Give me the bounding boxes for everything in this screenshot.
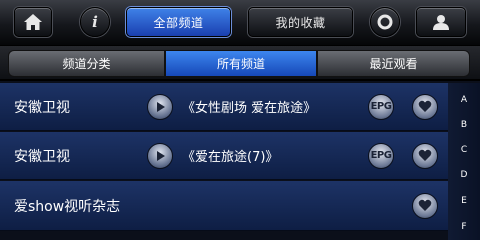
play-button[interactable] (147, 142, 173, 169)
tab-recently-watched[interactable]: 最近观看 (317, 50, 470, 77)
alpha-letter[interactable]: E (448, 196, 480, 206)
tab-strip: 频道分类 所有频道 最近观看 (0, 46, 480, 81)
channel-name: 安徽卫视 (14, 99, 70, 116)
channel-list: 安徽卫视 《女性剧场 爱在旅途》 EPG 安徽卫视 《爱在旅途(7)》 EPG … (0, 83, 480, 240)
channel-name: 安徽卫视 (14, 148, 70, 165)
channel-row[interactable]: 爱show视听杂志 (0, 181, 448, 231)
user-icon (433, 15, 449, 30)
play-button[interactable] (147, 93, 173, 120)
play-icon (157, 150, 165, 161)
heart-icon (418, 100, 432, 112)
epg-label: EPG (370, 101, 392, 112)
alpha-letter[interactable]: F (448, 222, 480, 232)
epg-label: EPG (370, 150, 392, 161)
alpha-letter[interactable]: A (448, 95, 480, 105)
alpha-letter[interactable]: D (448, 170, 480, 180)
epg-button[interactable]: EPG (368, 142, 394, 169)
play-icon (157, 101, 165, 112)
favorite-button[interactable] (412, 192, 438, 219)
current-program: 《女性剧场 爱在旅途》 (182, 101, 317, 116)
home-icon (24, 14, 42, 30)
current-program: 《爱在旅途(7)》 (182, 150, 279, 165)
tab-label: 所有频道 (216, 57, 265, 71)
alpha-letter[interactable]: C (448, 145, 480, 155)
channel-row[interactable]: 安徽卫视 《女性剧场 爱在旅途》 EPG (0, 83, 448, 131)
tab-label: 最近观看 (369, 57, 418, 71)
home-button[interactable] (14, 7, 52, 37)
tab-all-channels[interactable]: 所有频道 (165, 50, 317, 77)
tab-label: 频道分类 (62, 57, 111, 71)
alpha-letter[interactable]: B (448, 120, 480, 130)
info-button[interactable]: i (80, 7, 110, 37)
all-channels-label: 全部频道 (153, 15, 204, 30)
tab-channel-category[interactable]: 频道分类 (8, 50, 165, 77)
alphabet-index[interactable]: A B C D E F (448, 83, 480, 240)
info-icon: i (92, 13, 98, 31)
heart-icon (418, 149, 432, 161)
channel-name: 爱show视听杂志 (14, 198, 121, 215)
search-button[interactable] (370, 7, 400, 37)
channel-row[interactable]: 安徽卫视 《爱在旅途(7)》 EPG (0, 132, 448, 180)
heart-icon (418, 199, 432, 211)
search-icon (377, 14, 393, 30)
top-toolbar: i 全部频道 我的收藏 (0, 0, 480, 46)
favorite-button[interactable] (412, 93, 438, 120)
user-button[interactable] (416, 7, 466, 37)
favorite-button[interactable] (412, 142, 438, 169)
my-favorites-label: 我的收藏 (275, 15, 326, 30)
my-favorites-button[interactable]: 我的收藏 (248, 7, 353, 37)
all-channels-button[interactable]: 全部频道 (126, 7, 231, 37)
epg-button[interactable]: EPG (368, 93, 394, 120)
